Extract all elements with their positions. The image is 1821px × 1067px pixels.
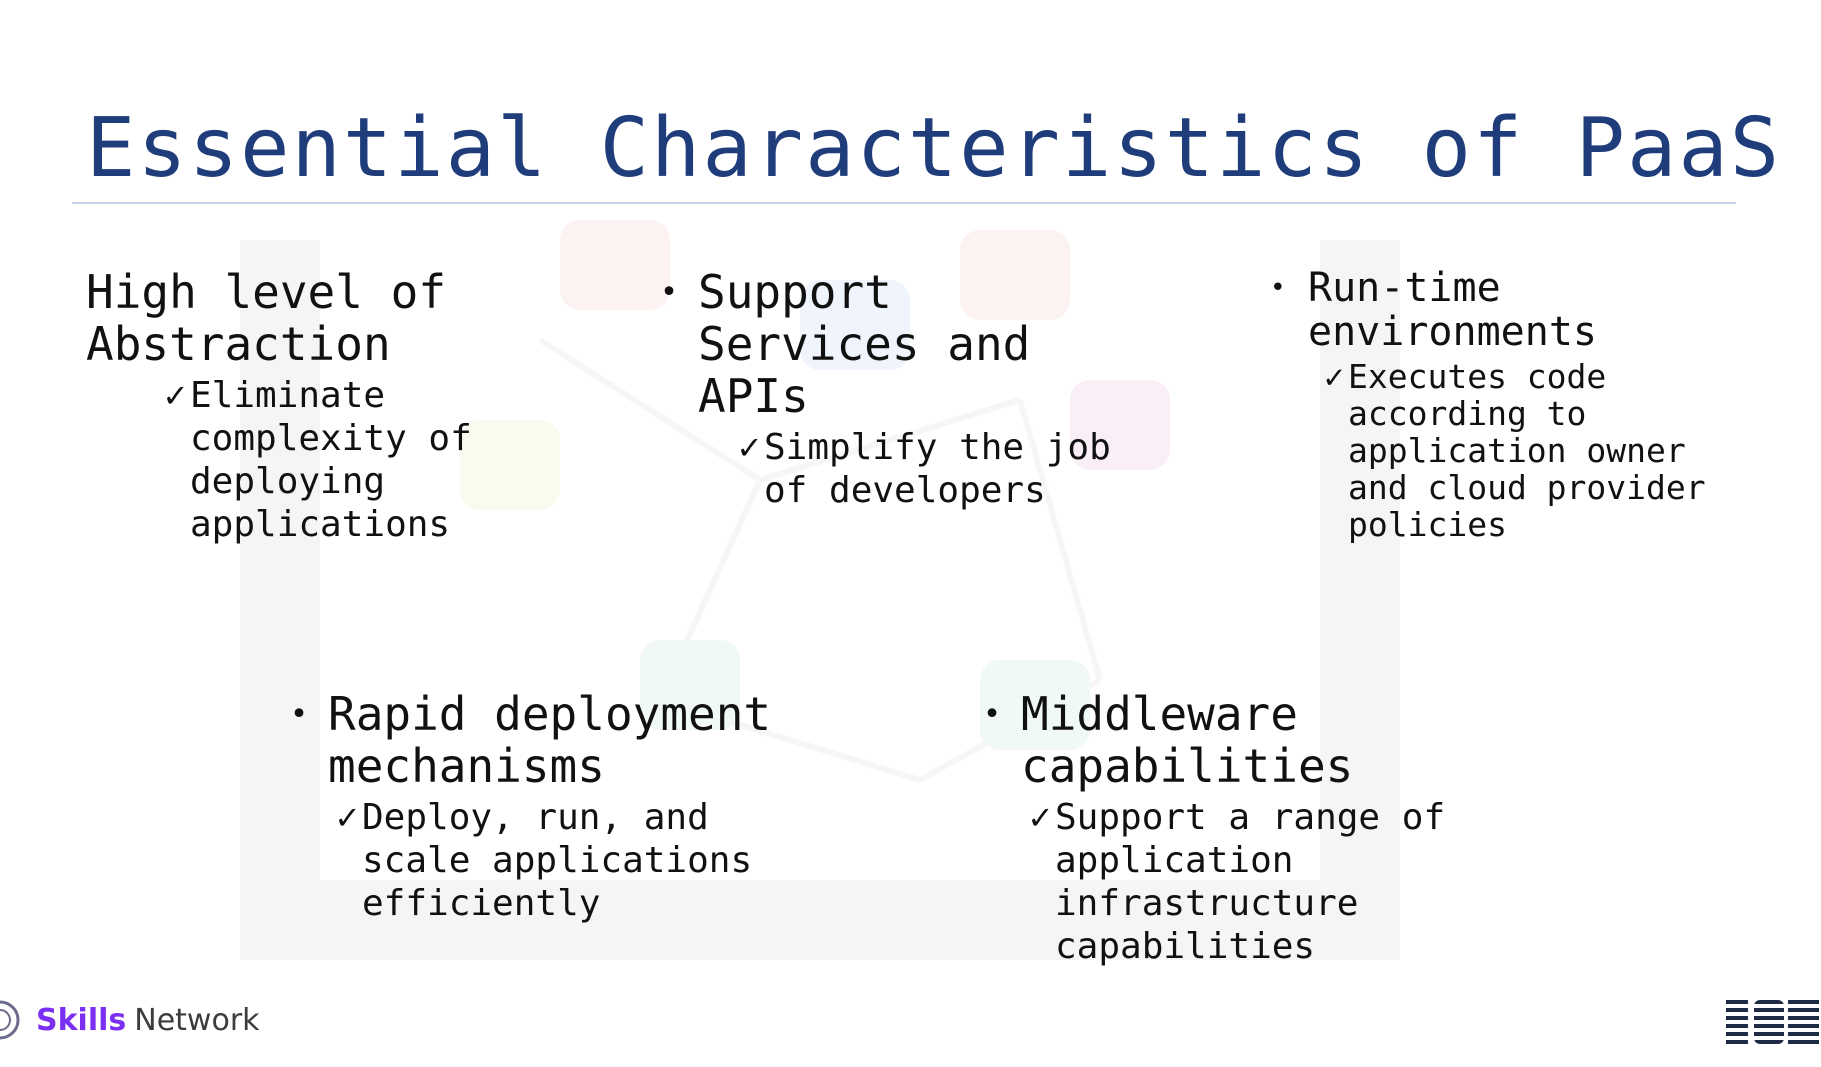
slide: Essential Characteristics of PaaS High l… — [0, 0, 1821, 1067]
bullet-icon: • — [290, 697, 309, 732]
characteristic-abstraction: High level of Abstraction ✓ Eliminate co… — [86, 266, 472, 546]
characteristic-rapid-deployment: • Rapid deployment mechanisms ✓ Deploy, … — [290, 688, 771, 925]
characteristic-support-services: • Support Services and APIs ✓ Simplify t… — [660, 266, 1111, 512]
characteristic-heading: High level of Abstraction — [86, 265, 447, 371]
title-divider — [72, 202, 1736, 204]
brand-network-text: Network — [134, 1002, 260, 1038]
characteristic-detail: Support a range of application infrastru… — [1055, 797, 1446, 967]
characteristic-detail: Deploy, run, and scale applications effi… — [362, 797, 753, 924]
checkmark-icon: ✓ — [336, 797, 358, 838]
slide-title: Essential Characteristics of PaaS — [86, 101, 1782, 196]
characteristic-detail: Simplify the job of developers — [764, 427, 1111, 511]
characteristic-detail: Executes code according to application o… — [1348, 357, 1706, 544]
skills-network-icon — [0, 1000, 20, 1040]
characteristic-middleware: • Middleware capabilities ✓ Support a ra… — [983, 688, 1445, 968]
characteristic-detail: Eliminate complexity of deploying applic… — [190, 375, 472, 545]
brand-skills-text: Skills — [36, 1002, 127, 1038]
characteristic-heading: Support Services and APIs — [698, 265, 1031, 423]
ibm-logo-icon — [1726, 1000, 1819, 1044]
bullet-icon: • — [1270, 273, 1286, 303]
bullet-icon: • — [660, 275, 679, 310]
skills-network-logo: Skills Network — [0, 1000, 260, 1040]
characteristic-heading: Run-time environments — [1308, 265, 1597, 355]
characteristic-heading: Middleware capabilities — [1021, 687, 1354, 793]
bullet-icon: • — [983, 697, 1002, 732]
characteristic-runtime: • Run-time environments ✓ Executes code … — [1270, 266, 1706, 543]
checkmark-icon: ✓ — [1029, 797, 1051, 838]
checkmark-icon: ✓ — [1324, 357, 1344, 396]
checkmark-icon: ✓ — [164, 375, 186, 416]
characteristic-heading: Rapid deployment mechanisms — [328, 687, 772, 793]
checkmark-icon: ✓ — [738, 427, 760, 468]
